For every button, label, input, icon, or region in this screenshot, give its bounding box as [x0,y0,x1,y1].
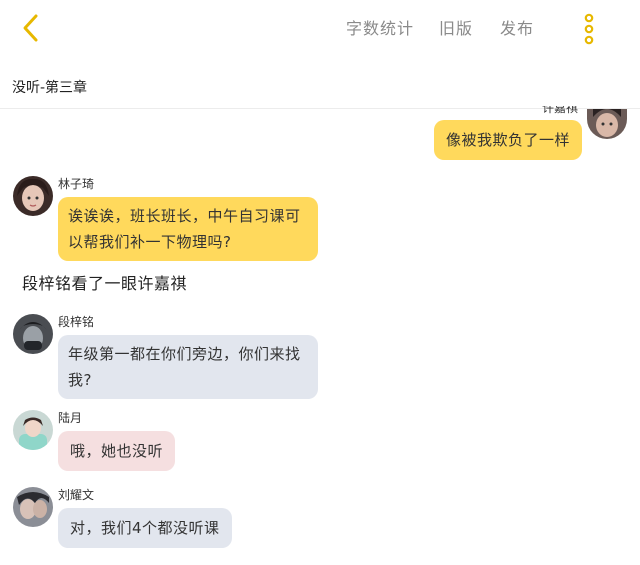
top-bar: 字数统计 旧版 发布 [0,0,640,62]
message-bubble: 诶诶诶，班长班长，中午自习课可以帮我们补一下物理吗? [58,197,318,261]
avatar-image [13,410,53,450]
avatar[interactable] [13,487,53,527]
message-bubble: 对，我们4个都没听课 [58,508,232,548]
narration-text: 段梓铭看了一眼许嘉祺 [22,274,188,293]
avatar[interactable] [13,314,53,354]
speaker-name: 陆月 [58,411,83,425]
speaker-name: 刘耀文 [58,488,95,502]
word-count-button[interactable]: 字数统计 [346,18,414,40]
speaker-name: 许嘉祺 [542,101,579,115]
avatar-image [13,176,53,216]
avatar[interactable] [13,410,53,450]
back-button[interactable] [14,10,50,46]
publish-button[interactable]: 发布 [500,18,534,40]
message-bubble: 哦，她也没听 [58,431,176,471]
avatar-image [13,314,53,354]
old-version-button[interactable]: 旧版 [439,18,473,40]
vertical-dots-icon [584,13,594,45]
avatar-image [13,487,53,527]
chapter-title: 没听-第三章 [12,80,88,96]
avatar[interactable] [587,109,627,139]
avatar[interactable] [13,176,53,216]
speaker-name: 林子琦 [58,177,95,191]
more-button[interactable] [578,12,600,46]
avatar-image [587,109,627,139]
chevron-left-icon [23,14,38,42]
message-bubble: 像被我欺负了一样 [434,120,583,160]
speaker-name: 段梓铭 [58,315,95,329]
message-bubble: 年级第一都在你们旁边，你们来找我? [58,335,318,399]
